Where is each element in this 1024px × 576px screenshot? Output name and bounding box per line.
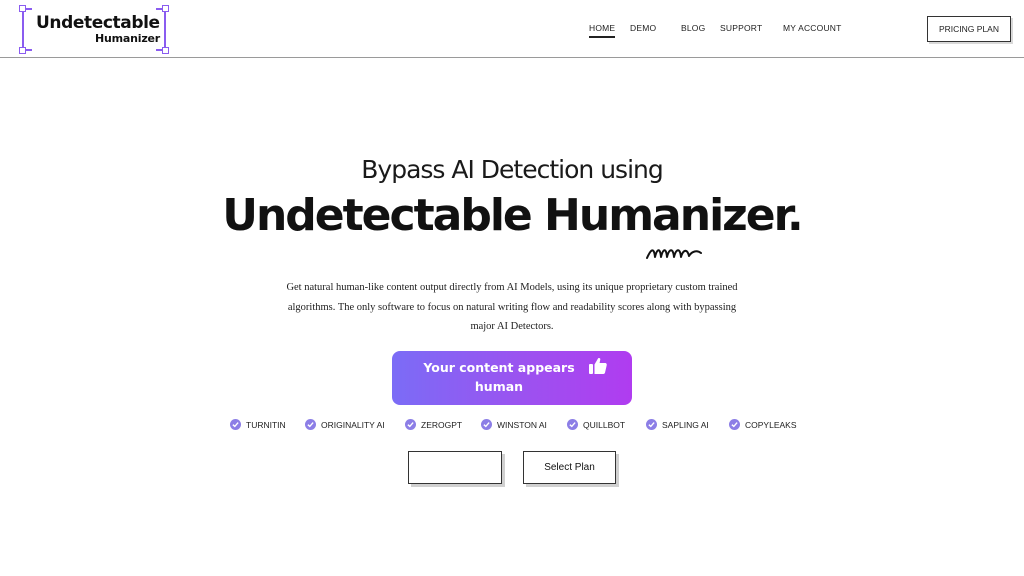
logo-corner-handle: [19, 5, 26, 12]
logo-corner-handle: [162, 5, 169, 12]
detector-label: TURNITIN: [246, 419, 286, 430]
detector-label: COPYLEAKS: [745, 419, 797, 430]
logo-corner-handle: [162, 47, 169, 54]
check-circle-icon: [230, 419, 241, 430]
squiggle-underline-icon: [646, 249, 702, 259]
detector-badge: ORIGINALITY AI: [305, 419, 385, 430]
detector-badge: QUILLBOT: [567, 419, 625, 430]
hero-subtitle: Bypass AI Detection using: [361, 155, 663, 184]
empty-button[interactable]: [408, 451, 502, 484]
detector-badge: WINSTON AI: [481, 419, 547, 430]
check-circle-icon: [481, 419, 492, 430]
content-status-line2: human: [474, 379, 524, 394]
check-circle-icon: [646, 419, 657, 430]
detector-label: QUILLBOT: [583, 419, 626, 430]
check-circle-icon: [567, 419, 578, 430]
content-status-text: Your content appears human: [414, 358, 584, 396]
logo-text-line1: Undetectable: [36, 13, 160, 33]
hero-description: Get natural human-like content output di…: [272, 278, 752, 337]
hero-title: Undetectable Humanizer.: [222, 190, 804, 241]
hero-description-line: algorithms. The only software to focus o…: [287, 301, 737, 313]
site-header: Undetectable Humanizer HOME DEMO BLOG SU…: [0, 0, 1024, 58]
detector-label: ORIGINALITY AI: [321, 419, 385, 430]
logo[interactable]: Undetectable Humanizer: [19, 5, 169, 54]
content-status-line1: Your content appears: [423, 360, 575, 375]
detector-label: ZEROGPT: [421, 419, 463, 430]
check-circle-icon: [305, 419, 316, 430]
detector-label: SAPLING AI: [662, 419, 709, 430]
nav-home-link[interactable]: HOME: [589, 23, 616, 38]
detector-badge: TURNITIN: [230, 419, 286, 430]
detector-label: WINSTON AI: [497, 419, 547, 430]
detector-list: TURNITIN ORIGINALITY AI ZEROGPT WINSTON …: [0, 419, 1024, 435]
logo-corner-handle: [19, 47, 26, 54]
nav-support-link[interactable]: SUPPORT: [720, 23, 762, 33]
hero-description-line: major AI Detectors.: [470, 321, 554, 332]
select-plan-button[interactable]: Select Plan: [523, 451, 616, 484]
detector-badge: COPYLEAKS: [729, 419, 797, 430]
check-circle-icon: [405, 419, 416, 430]
thumbs-up-icon: [589, 357, 607, 374]
logo-text-line2: Humanizer: [95, 32, 161, 45]
nav-blog-link[interactable]: BLOG: [681, 23, 705, 33]
detector-badge: ZEROGPT: [405, 419, 462, 430]
nav-my-account-link[interactable]: MY ACCOUNT: [783, 23, 842, 33]
detector-badge: SAPLING AI: [646, 419, 709, 430]
hero-description-line: Get natural human-like content output di…: [286, 282, 738, 293]
check-circle-icon: [729, 419, 740, 430]
nav-demo-link[interactable]: DEMO: [630, 23, 656, 33]
pricing-plan-button[interactable]: PRICING PLAN: [927, 16, 1011, 42]
